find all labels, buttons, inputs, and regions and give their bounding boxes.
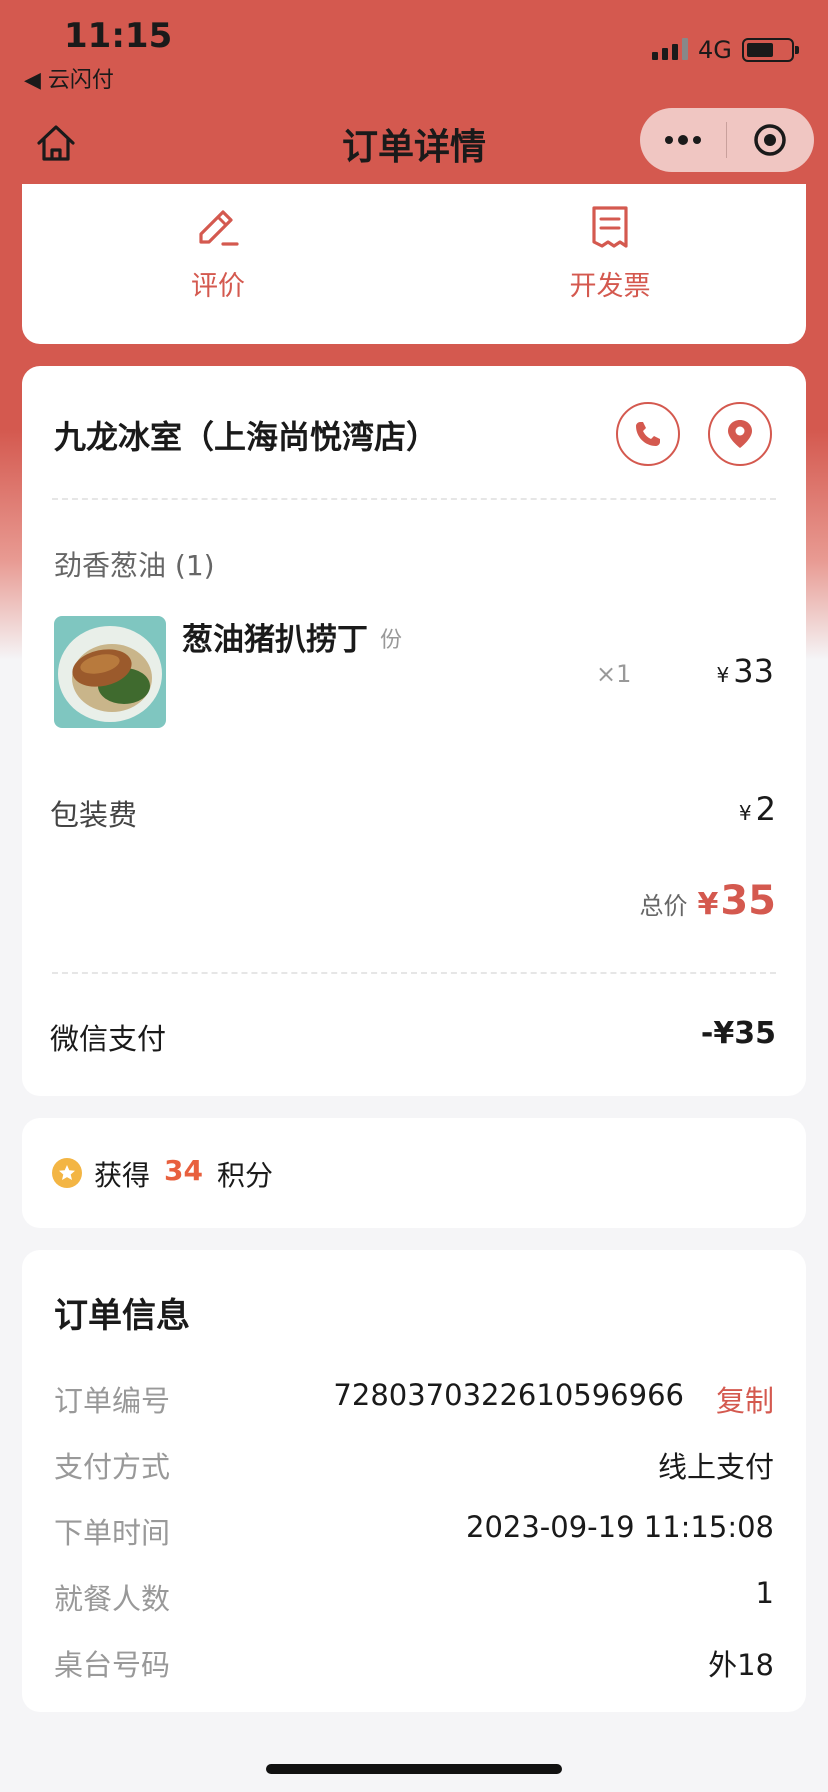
divider [52, 972, 776, 974]
divider [52, 498, 776, 500]
order-card: 九龙冰室（上海尚悦湾店） 劲香葱油 (1) 葱油猪扒捞丁 份 ×1 ¥33 包装… [22, 366, 806, 1096]
phone-icon [636, 422, 660, 446]
dish-group-title: 劲香葱油 (1) [54, 549, 215, 582]
invoice-label: 开发票 [569, 271, 651, 302]
order-number-value: 7280370322610596966 [333, 1378, 684, 1412]
call-store-button[interactable] [616, 402, 680, 466]
order-time-value: 2023-09-19 11:15:08 [466, 1510, 774, 1544]
review-button[interactable]: 评价 [118, 204, 318, 303]
status-bar: 11:15 ◀ 云闪付 4G [0, 0, 828, 95]
invoice-button[interactable]: 开发票 [510, 204, 710, 303]
packaging-fee-value: ¥2 [738, 790, 776, 828]
order-info-title: 订单信息 [54, 1296, 190, 1336]
copy-button[interactable]: 复制 [716, 1378, 774, 1420]
dish-quantity: ×1 [596, 660, 632, 688]
location-pin-icon [728, 420, 752, 448]
packaging-fee-label: 包装费 [50, 798, 138, 832]
status-time: 11:15 [64, 16, 173, 56]
review-label: 评价 [191, 271, 245, 302]
dish-unit: 份 [380, 628, 403, 653]
table-row: 桌台号码 外18 [54, 1642, 774, 1682]
order-number-row: 订单编号 7280370322610596966 复制 [54, 1378, 774, 1418]
total-label: 总价 [639, 892, 688, 920]
home-indicator[interactable] [266, 1764, 562, 1774]
pencil-icon [199, 210, 239, 246]
points-card: 获得 34 积分 [22, 1118, 806, 1228]
back-to-app-link[interactable]: ◀ 云闪付 [24, 62, 114, 94]
order-time-label: 下单时间 [54, 1516, 171, 1550]
pay-method-row: 支付方式 线上支付 [54, 1444, 774, 1484]
signal-icon [652, 38, 688, 60]
diners-label: 就餐人数 [54, 1582, 171, 1616]
more-button[interactable] [640, 108, 726, 172]
nav-bar: 订单详情 [0, 100, 828, 184]
dish-price: ¥33 [716, 652, 774, 690]
actions-card: 评价 开发票 [22, 184, 806, 344]
pay-method-value: 线上支付 [657, 1450, 774, 1484]
table-label: 桌台号码 [54, 1648, 171, 1682]
close-button[interactable] [727, 108, 813, 172]
payment-method-label: 微信支付 [50, 1022, 167, 1056]
points-earned: 获得 34 积分 [94, 1154, 273, 1192]
order-time-row: 下单时间 2023-09-19 11:15:08 [54, 1510, 774, 1550]
network-type: 4G [698, 36, 732, 64]
target-close-icon [754, 124, 786, 156]
total-value: ¥35 [697, 878, 776, 924]
order-total: 总价 ¥35 [639, 878, 776, 924]
store-name: 九龙冰室（上海尚悦湾店） [54, 418, 439, 456]
payment-amount: -¥35 [700, 1016, 776, 1051]
pay-method-label: 支付方式 [54, 1450, 171, 1484]
star-icon [52, 1158, 82, 1188]
diners-row: 就餐人数 1 [54, 1576, 774, 1616]
order-number-label: 订单编号 [54, 1384, 171, 1418]
dish-image [54, 616, 166, 728]
mini-program-capsule [640, 108, 814, 172]
battery-icon [742, 38, 799, 62]
store-location-button[interactable] [708, 402, 772, 466]
order-info-card: 订单信息 订单编号 7280370322610596966 复制 支付方式 线上… [22, 1250, 806, 1712]
receipt-icon [592, 206, 628, 248]
dish-name: 葱油猪扒捞丁 [182, 622, 368, 658]
points-value: 34 [164, 1154, 203, 1187]
table-value: 外18 [708, 1648, 774, 1682]
diners-value: 1 [755, 1576, 774, 1610]
